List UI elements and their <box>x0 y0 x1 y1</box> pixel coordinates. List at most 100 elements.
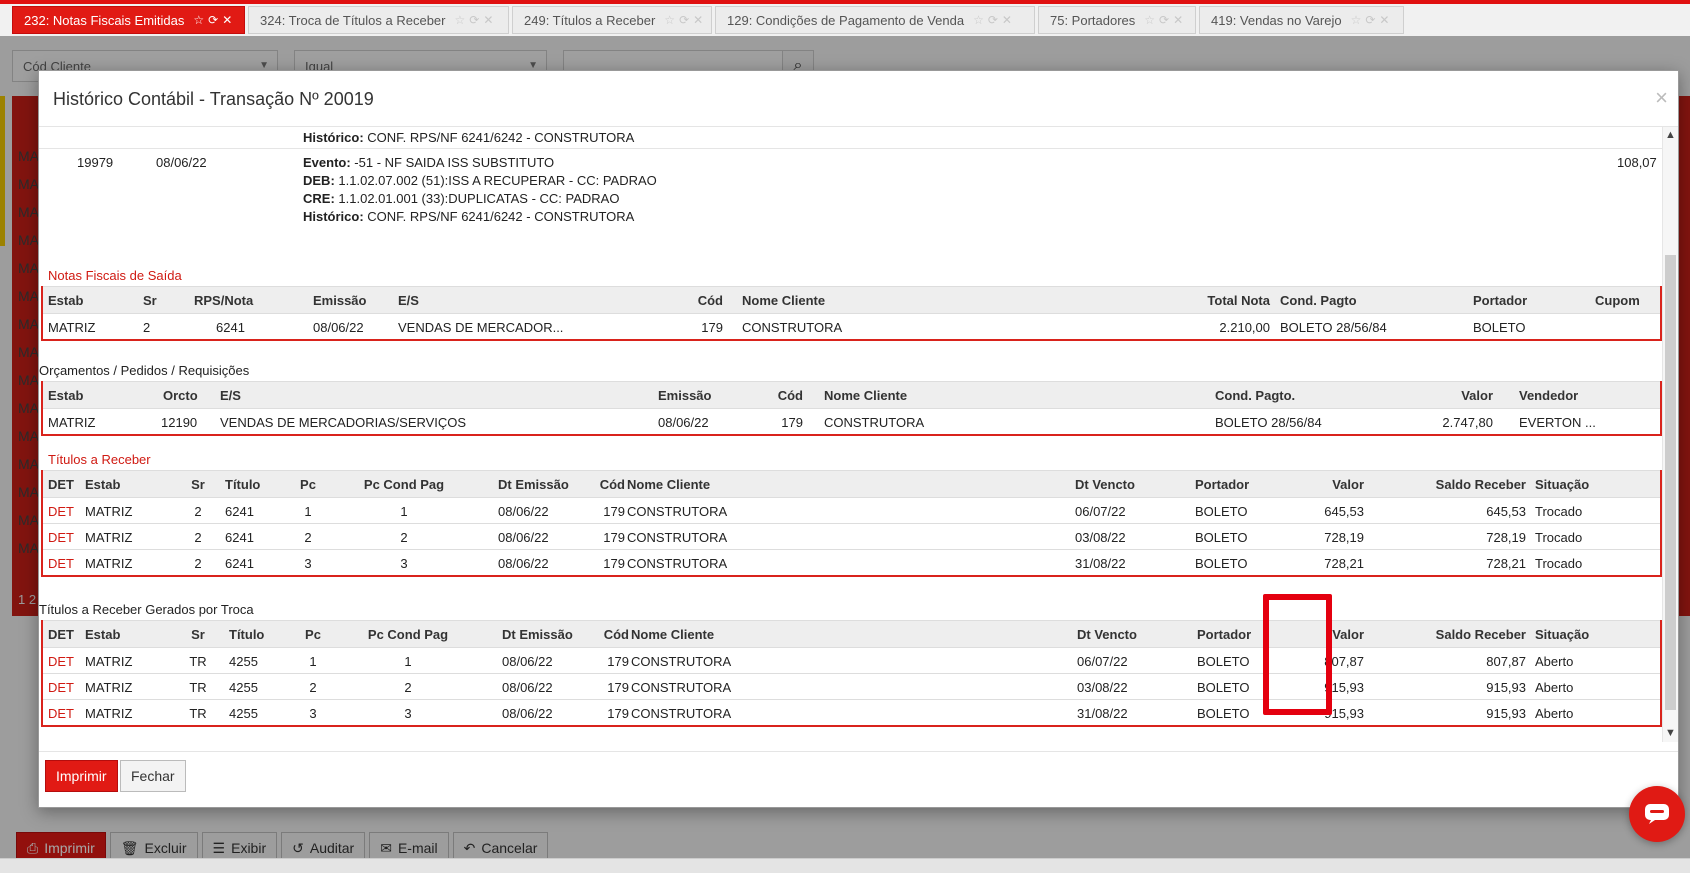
cell-dt-emissao: 08/06/22 <box>498 556 549 571</box>
tab-label: 419: Vendas no Varejo <box>1211 12 1342 28</box>
credit-label: CRE: <box>303 191 335 206</box>
close-icon[interactable]: ✕ <box>222 13 232 27</box>
refresh-icon[interactable]: ⟳ <box>469 13 479 27</box>
star-icon[interactable]: ☆ <box>454 13 465 27</box>
event-evento: Evento: -51 - NF SAIDA ISS SUBSTITUTO <box>303 155 554 170</box>
refresh-icon[interactable]: ⟳ <box>1365 13 1375 27</box>
refresh-icon[interactable]: ⟳ <box>679 13 689 27</box>
col-emissao: Emissão <box>313 293 367 308</box>
cell-estab: MATRIZ <box>85 680 133 695</box>
chat-button[interactable] <box>1629 786 1685 842</box>
refresh-icon[interactable]: ⟳ <box>988 13 998 27</box>
cell-sr: TR <box>189 680 207 695</box>
tab-titulos-receber[interactable]: 249: Títulos a Receber ☆ ⟳ ✕ <box>512 6 712 34</box>
star-icon[interactable]: ☆ <box>973 13 984 27</box>
table-row[interactable]: DET MATRIZ TR 4255 3 3 08/06/22 179 CONS… <box>43 699 1660 725</box>
cell-emissao: 08/06/22 <box>658 415 709 430</box>
table-row[interactable]: MATRIZ 2 6241 08/06/22 VENDAS DE MERCADO… <box>43 313 1660 339</box>
tab-vendas-varejo[interactable]: 419: Vendas no Varejo ☆ ⟳ ✕ <box>1199 6 1404 34</box>
cell-cliente: CONSTRUTORA <box>742 320 843 335</box>
col-total: Total Nota <box>1207 293 1270 308</box>
close-icon[interactable]: ✕ <box>483 13 493 27</box>
col-saldo: Saldo Receber <box>1435 627 1526 642</box>
star-icon[interactable]: ☆ <box>193 13 204 27</box>
col-dt-vencto: Dt Vencto <box>1077 627 1137 642</box>
divider <box>39 148 1664 149</box>
col-cod: Cód <box>603 627 629 642</box>
titulos-table: DET Estab Sr Título Pc Pc Cond Pag Dt Em… <box>41 470 1662 577</box>
scroll-down-icon[interactable]: ▼ <box>1665 727 1676 739</box>
refresh-icon[interactable]: ⟳ <box>1159 13 1169 27</box>
cell-pc: 3 <box>304 556 312 571</box>
tab-label: 129: Condições de Pagamento de Venda <box>727 12 965 28</box>
close-icon[interactable]: ✕ <box>1379 13 1389 27</box>
cell-pc-cond-pag: 3 <box>400 556 408 571</box>
historico-value: CONF. RPS/NF 6241/6242 - CONSTRUTORA <box>367 209 635 224</box>
table-row[interactable]: DET MATRIZ 2 6241 2 2 08/06/22 179 CONST… <box>43 523 1660 549</box>
cell-estab: MATRIZ <box>85 706 133 721</box>
cell-cod: 179 <box>603 530 625 545</box>
cell-cod: 179 <box>607 706 629 721</box>
modal-close-button[interactable]: Fechar <box>120 760 186 792</box>
cell-cliente: CONSTRUTORA <box>627 530 728 545</box>
table-row[interactable]: DET MATRIZ 2 6241 3 3 08/06/22 179 CONST… <box>43 549 1660 575</box>
col-portador: Portador <box>1195 477 1250 492</box>
cell-dt-vencto: 03/08/22 <box>1075 530 1126 545</box>
tab-condicoes-pagamento[interactable]: 129: Condições de Pagamento de Venda ☆ ⟳ ✕ <box>715 6 1035 34</box>
cell-vendedor: EVERTON ... <box>1519 415 1596 430</box>
table-row[interactable]: DET MATRIZ TR 4255 2 2 08/06/22 179 CONS… <box>43 673 1660 699</box>
col-valor: Valor <box>1332 477 1364 492</box>
refresh-icon[interactable]: ⟳ <box>208 13 218 27</box>
tab-troca-titulos[interactable]: 324: Troca de Títulos a Receber ☆ ⟳ ✕ <box>248 6 509 34</box>
table-row[interactable]: DET MATRIZ TR 4255 1 1 08/06/22 179 CONS… <box>43 647 1660 673</box>
close-icon[interactable]: ✕ <box>1002 13 1012 27</box>
cell-portador: BOLETO <box>1195 504 1248 519</box>
cell-titulo: 4255 <box>229 706 258 721</box>
section-title-titulos: Títulos a Receber <box>48 452 151 467</box>
event-id: 19979 <box>77 155 114 170</box>
historico-contabil-modal: Histórico Contábil - Transação Nº 20019 … <box>38 70 1679 808</box>
close-icon[interactable]: ✕ <box>1173 13 1183 27</box>
table-row[interactable]: MATRIZ 12190 VENDAS DE MERCADORIAS/SERVI… <box>43 408 1660 434</box>
table-header: DET Estab Sr Título Pc Pc Cond Pag Dt Em… <box>43 470 1660 497</box>
cell-dt-emissao: 08/06/22 <box>502 706 553 721</box>
cell-portador: BOLETO <box>1197 654 1250 669</box>
modal-print-button[interactable]: Imprimir <box>45 760 118 792</box>
cell-dt-vencto: 03/08/22 <box>1077 680 1128 695</box>
scrollbar-thumb[interactable] <box>1665 255 1676 710</box>
star-icon[interactable]: ☆ <box>664 13 675 27</box>
col-cond: Cond. Pagto. <box>1215 388 1296 403</box>
modal-header: Histórico Contábil - Transação Nº 20019 … <box>39 71 1678 127</box>
det-link[interactable]: DET <box>48 706 74 721</box>
col-vendedor: Vendedor <box>1519 388 1579 403</box>
col-estab: Estab <box>48 388 84 403</box>
col-situacao: Situação <box>1535 627 1590 642</box>
section-title-orcamentos: Orçamentos / Pedidos / Requisições <box>39 363 250 378</box>
cell-dt-emissao: 08/06/22 <box>498 530 549 545</box>
det-link[interactable]: DET <box>48 530 74 545</box>
det-link[interactable]: DET <box>48 504 74 519</box>
modal-scrollbar[interactable]: ▲ ▼ <box>1662 127 1678 742</box>
cell-titulo: 4255 <box>229 654 258 669</box>
scroll-up-icon[interactable]: ▲ <box>1665 129 1676 141</box>
star-icon[interactable]: ☆ <box>1144 13 1155 27</box>
close-icon[interactable]: ✕ <box>693 13 703 27</box>
det-link[interactable]: DET <box>48 556 74 571</box>
col-pc-cond-pag: Pc Cond Pag <box>367 627 449 642</box>
star-icon[interactable]: ☆ <box>1351 13 1362 27</box>
cell-situacao: Trocado <box>1535 556 1583 571</box>
table-row[interactable]: DET MATRIZ 2 6241 1 1 08/06/22 179 CONST… <box>43 497 1660 523</box>
cell-dt-emissao: 08/06/22 <box>498 504 549 519</box>
det-link[interactable]: DET <box>48 654 74 669</box>
cell-emissao: 08/06/22 <box>313 320 364 335</box>
col-cliente: Nome Cliente <box>627 477 711 492</box>
det-link[interactable]: DET <box>48 680 74 695</box>
cell-dt-emissao: 08/06/22 <box>502 680 553 695</box>
cell-cond: BOLETO 28/56/84 <box>1215 415 1322 430</box>
col-sr: Sr <box>143 293 157 308</box>
tab-notas-fiscais-emitidas[interactable]: 232: Notas Fiscais Emitidas ☆ ⟳ ✕ <box>12 6 245 34</box>
cell-cond: BOLETO 28/56/84 <box>1280 320 1387 335</box>
close-icon[interactable]: × <box>1655 85 1668 111</box>
tab-portadores[interactable]: 75: Portadores ☆ ⟳ ✕ <box>1038 6 1196 34</box>
cell-valor: 645,53 <box>1324 504 1364 519</box>
